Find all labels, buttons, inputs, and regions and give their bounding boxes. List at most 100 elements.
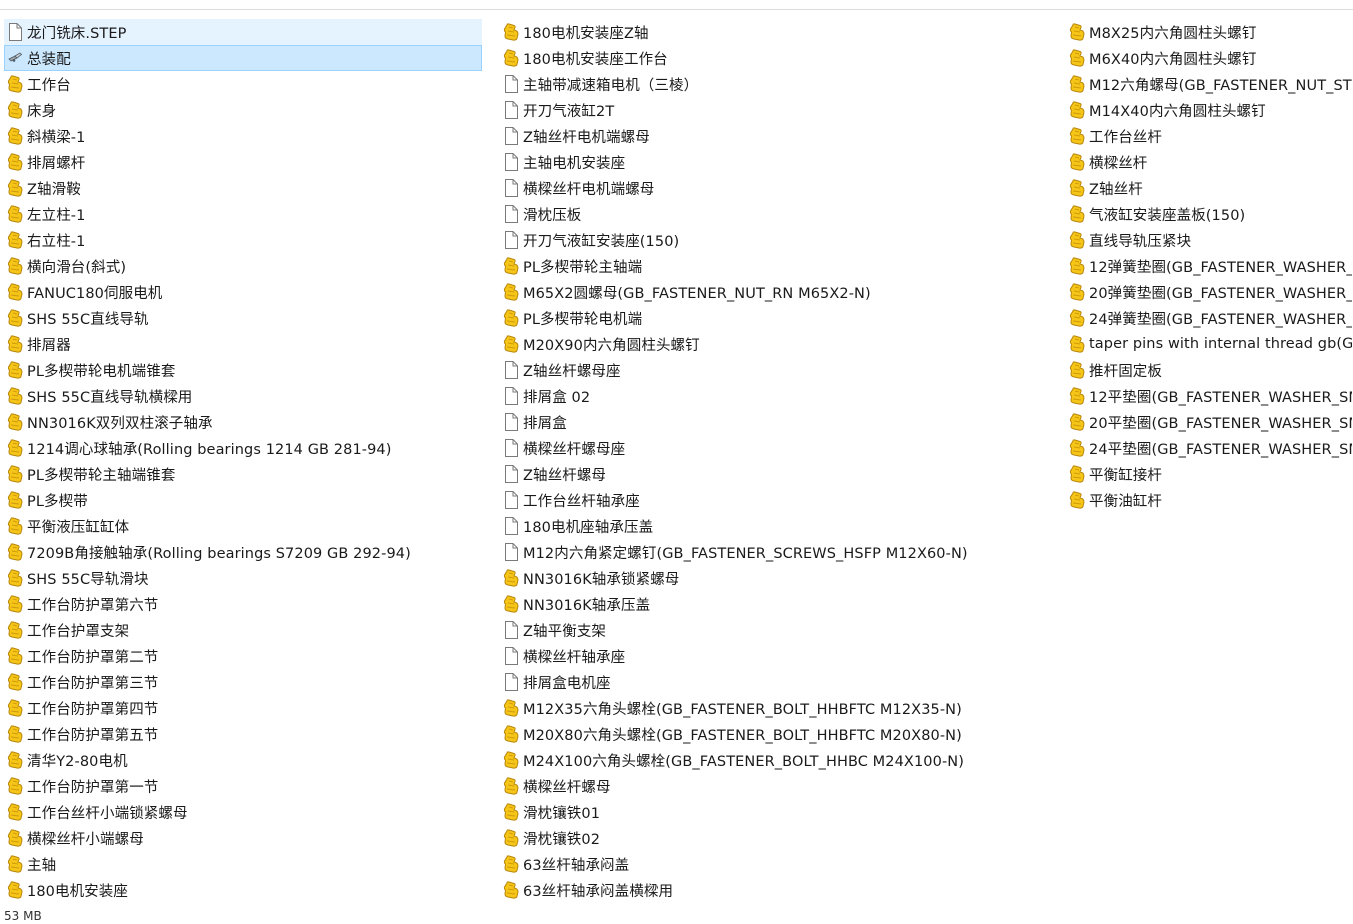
file-item[interactable]: 7209B角接触轴承(Rolling bearings S7209 GB 292… <box>4 539 482 565</box>
file-item[interactable]: 滑枕压板 <box>500 201 1060 227</box>
file-item[interactable]: 180电机座轴承压盖 <box>500 513 1060 539</box>
file-item[interactable]: taper pins with internal thread gb(GE <box>1066 331 1353 357</box>
file-item[interactable]: 横樑丝杆 <box>1066 149 1353 175</box>
part-icon <box>502 828 520 848</box>
file-item[interactable]: M14X40内六角圆柱头螺钉 <box>1066 97 1353 123</box>
file-item[interactable]: 主轴 <box>4 851 482 877</box>
file-item[interactable]: FANUC180伺服电机 <box>4 279 482 305</box>
file-item[interactable]: Z轴丝杆电机端螺母 <box>500 123 1060 149</box>
file-item[interactable]: M12六角螺母(GB_FASTENER_NUT_ST <box>1066 71 1353 97</box>
file-item[interactable]: M6X40内六角圆柱头螺钉 <box>1066 45 1353 71</box>
file-item[interactable]: 180电机安装座Z轴 <box>500 19 1060 45</box>
file-list-view[interactable]: 龙门铣床.STEP 总装配 工作台 床身 斜横梁-1 排屑螺杆 Z轴滑鞍 左立柱-1 右立柱-1… <box>0 19 1353 903</box>
file-item[interactable]: PL多楔带轮电机端锥套 <box>4 357 482 383</box>
file-item-label: 工作台防护罩第六节 <box>27 597 159 614</box>
file-item[interactable]: M8X25内六角圆柱头螺钉 <box>1066 19 1353 45</box>
file-item[interactable]: 排屑螺杆 <box>4 149 482 175</box>
file-item[interactable]: 24平垫圈(GB_FASTENER_WASHER_SM <box>1066 435 1353 461</box>
file-item[interactable]: 工作台丝杆小端锁紧螺母 <box>4 799 482 825</box>
blank-file-icon <box>502 230 520 250</box>
file-item[interactable]: 工作台 <box>4 71 482 97</box>
file-item[interactable]: PL多楔带轮电机端 <box>500 305 1060 331</box>
file-item[interactable]: 平衡缸接杆 <box>1066 461 1353 487</box>
file-item[interactable]: 排屑器 <box>4 331 482 357</box>
file-item[interactable]: Z轴丝杆螺母 <box>500 461 1060 487</box>
file-item[interactable]: 1214调心球轴承(Rolling bearings 1214 GB 281-9… <box>4 435 482 461</box>
file-item[interactable]: SHS 55C直线导轨 <box>4 305 482 331</box>
file-item[interactable]: M65X2圆螺母(GB_FASTENER_NUT_RN M65X2-N) <box>500 279 1060 305</box>
file-item[interactable]: 推杆固定板 <box>1066 357 1353 383</box>
file-item[interactable]: PL多楔带轮主轴端 <box>500 253 1060 279</box>
file-item[interactable]: 排屑盒电机座 <box>500 669 1060 695</box>
file-item[interactable]: 工作台防护罩第五节 <box>4 721 482 747</box>
file-item[interactable]: 横樑丝杆轴承座 <box>500 643 1060 669</box>
file-item[interactable]: 12弹簧垫圈(GB_FASTENER_WASHER_ <box>1066 253 1353 279</box>
file-item[interactable]: NN3016K轴承锁紧螺母 <box>500 565 1060 591</box>
file-item[interactable]: 开刀气液缸安装座(150) <box>500 227 1060 253</box>
file-item[interactable]: 工作台丝杆 <box>1066 123 1353 149</box>
file-item[interactable]: M20X80六角头螺栓(GB_FASTENER_BOLT_HHBFTC M20X… <box>500 721 1060 747</box>
file-item-label: 工作台防护罩第三节 <box>27 675 159 692</box>
file-item[interactable]: 63丝杆轴承闷盖横樑用 <box>500 877 1060 903</box>
file-item[interactable]: 床身 <box>4 97 482 123</box>
file-item[interactable]: 平衡油缸杆 <box>1066 487 1353 513</box>
file-item[interactable]: PL多楔带 <box>4 487 482 513</box>
file-item[interactable]: 20弹簧垫圈(GB_FASTENER_WASHER_ <box>1066 279 1353 305</box>
file-item-label: 龙门铣床.STEP <box>27 25 127 42</box>
file-item[interactable]: 63丝杆轴承闷盖 <box>500 851 1060 877</box>
file-item[interactable]: Z轴丝杆 <box>1066 175 1353 201</box>
file-item[interactable]: M20X90内六角圆柱头螺钉 <box>500 331 1060 357</box>
file-item[interactable]: SHS 55C导轨滑块 <box>4 565 482 591</box>
part-icon <box>1068 386 1086 406</box>
file-item[interactable]: 12平垫圈(GB_FASTENER_WASHER_SM <box>1066 383 1353 409</box>
file-item[interactable]: 开刀气液缸2T <box>500 97 1060 123</box>
file-item[interactable]: 直线导轨压紧块 <box>1066 227 1353 253</box>
file-item[interactable]: 工作台护罩支架 <box>4 617 482 643</box>
file-item[interactable]: 主轴带减速箱电机（三棱） <box>500 71 1060 97</box>
file-item[interactable]: 左立柱-1 <box>4 201 482 227</box>
file-item[interactable]: 总装配 <box>4 45 482 71</box>
file-item[interactable]: 180电机安装座 <box>4 877 482 903</box>
file-item[interactable]: 滑枕镶铁02 <box>500 825 1060 851</box>
file-item[interactable]: 横樑丝杆螺母座 <box>500 435 1060 461</box>
file-item[interactable]: 清华Y2-80电机 <box>4 747 482 773</box>
file-item[interactable]: PL多楔带轮主轴端锥套 <box>4 461 482 487</box>
file-item[interactable]: 横向滑台(斜式) <box>4 253 482 279</box>
file-item[interactable]: Z轴平衡支架 <box>500 617 1060 643</box>
file-item[interactable]: 斜横梁-1 <box>4 123 482 149</box>
file-item[interactable]: 横樑丝杆螺母 <box>500 773 1060 799</box>
file-item-label: 180电机安装座工作台 <box>523 51 668 68</box>
file-item-label: 开刀气液缸2T <box>523 103 615 120</box>
file-item[interactable]: 滑枕镶铁01 <box>500 799 1060 825</box>
file-item[interactable]: 主轴电机安装座 <box>500 149 1060 175</box>
file-item[interactable]: 20平垫圈(GB_FASTENER_WASHER_SM <box>1066 409 1353 435</box>
file-item[interactable]: 排屑盒 02 <box>500 383 1060 409</box>
part-icon <box>6 594 24 614</box>
file-item[interactable]: 工作台防护罩第三节 <box>4 669 482 695</box>
file-item[interactable]: 工作台丝杆轴承座 <box>500 487 1060 513</box>
file-item[interactable]: 工作台防护罩第六节 <box>4 591 482 617</box>
file-item[interactable]: 横樑丝杆电机端螺母 <box>500 175 1060 201</box>
file-item[interactable]: 工作台防护罩第四节 <box>4 695 482 721</box>
part-icon <box>6 776 24 796</box>
file-item[interactable]: M12内六角紧定螺钉(GB_FASTENER_SCREWS_HSFP M12X6… <box>500 539 1060 565</box>
file-item[interactable]: NN3016K轴承压盖 <box>500 591 1060 617</box>
file-item[interactable]: 横樑丝杆小端螺母 <box>4 825 482 851</box>
file-item[interactable]: 工作台防护罩第二节 <box>4 643 482 669</box>
file-item[interactable]: 龙门铣床.STEP <box>4 19 482 45</box>
part-icon <box>1068 464 1086 484</box>
file-item[interactable]: Z轴丝杆螺母座 <box>500 357 1060 383</box>
file-item[interactable]: Z轴滑鞍 <box>4 175 482 201</box>
file-item[interactable]: SHS 55C直线导轨横樑用 <box>4 383 482 409</box>
file-item[interactable]: NN3016K双列双柱滚子轴承 <box>4 409 482 435</box>
blank-file-icon <box>502 204 520 224</box>
file-item[interactable]: 工作台防护罩第一节 <box>4 773 482 799</box>
file-item[interactable]: 气液缸安装座盖板(150) <box>1066 201 1353 227</box>
file-item[interactable]: M12X35六角头螺栓(GB_FASTENER_BOLT_HHBFTC M12X… <box>500 695 1060 721</box>
file-item[interactable]: 排屑盒 <box>500 409 1060 435</box>
file-item[interactable]: M24X100六角头螺栓(GB_FASTENER_BOLT_HHBC M24X1… <box>500 747 1060 773</box>
file-item[interactable]: 右立柱-1 <box>4 227 482 253</box>
file-item[interactable]: 平衡液压缸缸体 <box>4 513 482 539</box>
file-item[interactable]: 180电机安装座工作台 <box>500 45 1060 71</box>
file-item[interactable]: 24弹簧垫圈(GB_FASTENER_WASHER_ <box>1066 305 1353 331</box>
